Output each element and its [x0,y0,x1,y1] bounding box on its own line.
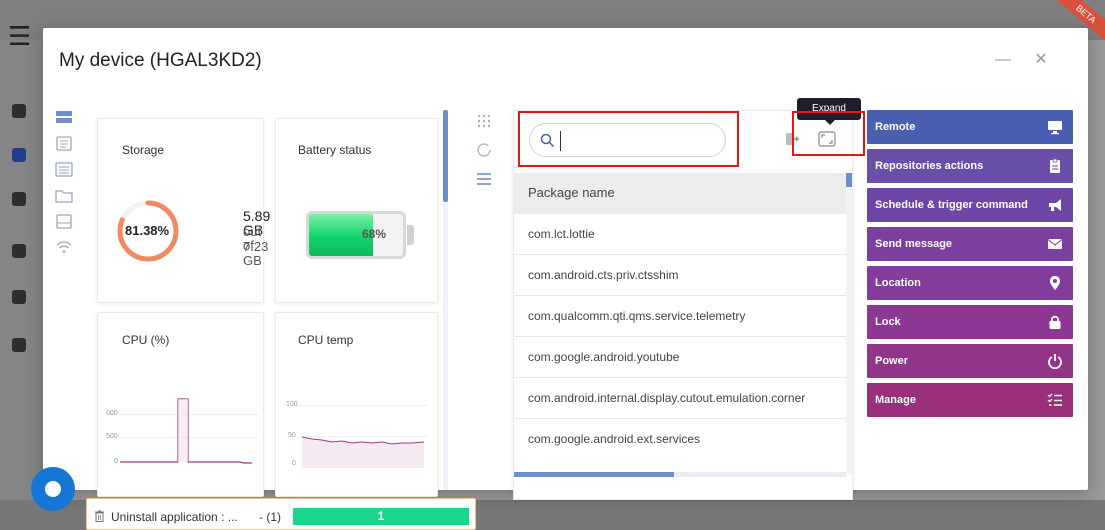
package-row[interactable]: com.android.internal.display.cutout.emul… [514,378,846,419]
battery-tip [407,225,414,245]
package-list-panel: Package name com.lct.lottie com.android.… [513,110,853,500]
package-vertical-scrollbar[interactable] [846,173,852,187]
device-actions: Remote Repositories actions Schedule & t… [867,110,1073,422]
clipboard-icon [1050,158,1060,173]
trash-icon [95,510,104,522]
package-search-input[interactable] [560,131,715,151]
package-row[interactable]: com.google.android.ext.services [514,419,846,460]
remote-button[interactable]: Remote [867,110,1073,144]
battery-widget: Battery status 68% [275,118,438,303]
storage-category-icon[interactable] [55,110,73,125]
notification-count: - (1) [259,510,281,524]
grid-view-icon[interactable] [475,112,493,130]
schedule-trigger-command-button[interactable]: Schedule & trigger command [867,188,1073,222]
list-view-icon[interactable] [475,170,493,188]
cpu-temp-title: CPU temp [298,333,354,347]
action-label: Location [875,277,921,289]
monitor-icon [1048,121,1062,135]
background-nav-icon[interactable] [12,148,26,162]
cpu-tick-label: 000 [106,410,118,417]
package-vertical-scroll-track[interactable] [846,173,852,473]
location-button[interactable]: Location [867,266,1073,300]
package-row[interactable]: com.qualcomm.qti.qms.service.telemetry [514,296,846,337]
package-row[interactable]: com.google.android.youtube [514,337,846,378]
modal-title: My device (HGAL3KD2) [59,50,262,71]
action-label: Remote [875,121,916,133]
send-message-button[interactable]: Send message [867,227,1073,261]
envelope-icon [1047,239,1063,249]
cpu-line-chart [120,398,252,464]
power-button[interactable]: Power [867,344,1073,378]
lock-icon [1049,315,1061,329]
package-column-header[interactable]: Package name [514,173,846,214]
widgets-scrollbar[interactable] [443,110,448,202]
storage-total: 7.23 GB [243,239,269,268]
expand-tooltip: Expand [797,98,861,125]
cpu-tick-label: 0 [114,458,118,465]
battery-title: Battery status [298,143,372,157]
expand-icon[interactable] [818,131,836,147]
checklist-icon [1047,393,1062,406]
folder-category-icon[interactable] [55,188,73,203]
hamburger-menu-icon[interactable]: ☰ [8,24,31,50]
action-label: Lock [875,316,901,328]
close-button[interactable]: ✕ [1033,52,1049,68]
action-label: Send message [875,238,953,250]
task-notification: Uninstall application : ... - (1) 1 [86,498,476,530]
category-icon-column [55,110,77,266]
megaphone-icon [1049,199,1061,211]
storage-percent: 81.38% [125,223,170,238]
wifi-category-icon[interactable] [55,240,73,255]
cpu-tick-label: 500 [106,433,118,440]
background-nav-icon[interactable] [12,192,26,206]
export-icon[interactable] [784,131,800,147]
background-nav-icon[interactable] [12,244,26,258]
cpu-temp-gridline [300,405,428,406]
action-label: Power [875,355,909,367]
background-nav-icon[interactable] [12,290,26,304]
window-category-icon[interactable] [55,214,73,229]
power-icon [1048,354,1062,369]
action-label: Schedule & trigger command [875,199,1028,211]
cpu-widget: CPU (%) 000 500 0 [97,312,264,497]
background-nav-icon[interactable] [12,338,26,352]
background-nav-icon[interactable] [12,104,26,118]
cpu-temp-tick-label: 100 [286,401,298,408]
search-icon [540,133,555,148]
cpu-temp-tick-label: 0 [292,460,296,467]
list-category-icon[interactable] [55,162,73,177]
notification-text: Uninstall application : ... [111,510,238,524]
cpu-temp-widget: CPU temp 100 50 0 [275,312,438,497]
device-modal: My device (HGAL3KD2) — ✕ Storage 81.38% … [43,28,1088,500]
chat-bubble-button[interactable] [31,467,75,511]
lock-button[interactable]: Lock [867,305,1073,339]
circle-view-icon[interactable] [475,141,493,159]
package-horizontal-scrollbar[interactable] [514,472,674,477]
cpu-title: CPU (%) [122,333,170,347]
storage-widget: Storage 81.38% 5.89 GB out of 7.23 GB [97,118,270,303]
view-toggle-column [475,112,495,199]
cpu-temp-tick-label: 50 [288,432,296,439]
cpu-temp-area-chart [302,436,425,468]
battery-percent: 68% [362,227,387,241]
action-label: Manage [875,394,916,406]
map-pin-icon [1050,276,1060,290]
chat-icon [45,481,61,497]
manage-button[interactable]: Manage [867,383,1073,417]
cpu-spike-fill [178,399,188,462]
repositories-actions-button[interactable]: Repositories actions [867,149,1073,183]
minimize-button[interactable]: — [995,52,1011,68]
battery-gauge [306,211,406,259]
notification-progress-bar: 1 [293,508,469,525]
storage-title: Storage [122,143,165,157]
package-search-box[interactable] [529,123,726,157]
document-category-icon[interactable] [55,136,73,151]
action-label: Repositories actions [875,160,984,172]
package-row[interactable]: com.lct.lottie [514,214,846,255]
package-row[interactable]: com.android.cts.priv.ctsshim [514,255,846,296]
